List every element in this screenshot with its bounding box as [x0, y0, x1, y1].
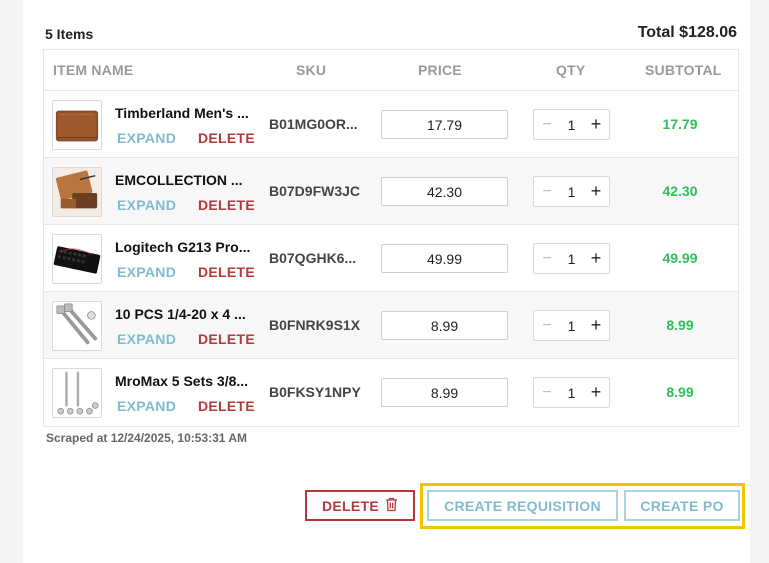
delete-button-label: DELETE — [321, 497, 380, 514]
item-subtotal: 8.99 — [666, 317, 694, 333]
trash-icon — [385, 497, 398, 515]
table-header: ITEM NAME SKU PRICE QTY SUBTOTAL — [44, 50, 738, 91]
minus-icon[interactable]: − — [540, 116, 554, 134]
price-input[interactable] — [381, 177, 508, 206]
plus-icon[interactable]: + — [589, 315, 603, 336]
item-subtotal: 17.79 — [662, 116, 698, 132]
item-name[interactable]: 10 PCS 1/4-20 x 4 ... — [115, 306, 255, 322]
keyboard-image — [53, 246, 101, 274]
quantity-value[interactable]: 1 — [568, 251, 576, 267]
minus-icon[interactable]: − — [540, 317, 554, 335]
table-row: Logitech G213 Pro... EXPAND DELETE B07QG… — [44, 225, 738, 292]
plus-icon[interactable]: + — [589, 248, 603, 269]
plus-icon[interactable]: + — [589, 181, 603, 202]
price-input[interactable] — [381, 110, 508, 139]
quantity-value[interactable]: 1 — [568, 117, 576, 133]
table-row: 10 PCS 1/4-20 x 4 ... EXPAND DELETE B0FN… — [44, 292, 738, 359]
plus-icon[interactable]: + — [589, 114, 603, 135]
scraped-timestamp: Scraped at 12/24/2025, 10:53:31 AM — [46, 431, 248, 445]
quantity-stepper: − 1 + — [533, 176, 610, 207]
column-item-name: ITEM NAME — [53, 62, 134, 78]
leather-set-image — [53, 168, 101, 216]
quantity-stepper: − 1 + — [533, 243, 610, 274]
cart-total: Total $128.06 — [637, 24, 737, 41]
item-name[interactable]: Logitech G213 Pro... — [115, 239, 255, 255]
price-input[interactable] — [381, 311, 508, 340]
item-sku: B0FNRK9S1X — [269, 317, 361, 333]
wallet-image — [55, 110, 99, 142]
delete-link[interactable]: DELETE — [198, 130, 255, 146]
item-name[interactable]: EMCOLLECTION ... — [115, 172, 255, 188]
minus-icon[interactable]: − — [540, 384, 554, 402]
cart-panel: 5 Items Total $128.06 ITEM NAME SKU PRIC… — [23, 0, 750, 563]
product-thumbnail[interactable] — [52, 368, 102, 418]
item-subtotal: 8.99 — [666, 384, 694, 400]
delete-link[interactable]: DELETE — [198, 398, 255, 414]
cart-table: ITEM NAME SKU PRICE QTY SUBTOTAL Timberl… — [43, 49, 739, 427]
quantity-stepper: − 1 + — [533, 377, 610, 408]
delete-link[interactable]: DELETE — [198, 331, 255, 347]
item-name[interactable]: MroMax 5 Sets 3/8... — [115, 373, 255, 389]
expand-link[interactable]: EXPAND — [117, 398, 176, 414]
price-input[interactable] — [381, 244, 508, 273]
table-row: MroMax 5 Sets 3/8... EXPAND DELETE B0FKS… — [44, 359, 738, 426]
rods-image — [57, 371, 99, 415]
expand-link[interactable]: EXPAND — [117, 197, 176, 213]
column-sku: SKU — [296, 62, 327, 78]
table-row: EMCOLLECTION ... EXPAND DELETE B07D9FW3J… — [44, 158, 738, 225]
item-sku: B07QGHK6... — [269, 250, 357, 266]
expand-link[interactable]: EXPAND — [117, 264, 176, 280]
delete-link[interactable]: DELETE — [198, 264, 255, 280]
item-sku: B07D9FW3JC — [269, 183, 361, 199]
item-name[interactable]: Timberland Men's ... — [115, 105, 255, 121]
column-subtotal: SUBTOTAL — [645, 62, 722, 78]
product-thumbnail[interactable] — [52, 167, 102, 217]
create-requisition-button[interactable]: CREATE REQUISITION — [427, 490, 618, 521]
table-row: Timberland Men's ... EXPAND DELETE B01MG… — [44, 91, 738, 158]
quantity-value[interactable]: 1 — [568, 184, 576, 200]
delete-link[interactable]: DELETE — [198, 197, 255, 213]
quantity-value[interactable]: 1 — [568, 318, 576, 334]
delete-button[interactable]: DELETE — [305, 490, 415, 521]
item-subtotal: 42.30 — [662, 183, 698, 199]
price-input[interactable] — [381, 378, 508, 407]
product-thumbnail[interactable] — [52, 234, 102, 284]
quantity-stepper: − 1 + — [533, 310, 610, 341]
bolts-image — [56, 303, 98, 345]
product-thumbnail[interactable] — [52, 301, 102, 351]
create-po-button[interactable]: CREATE PO — [624, 490, 740, 521]
expand-link[interactable]: EXPAND — [117, 331, 176, 347]
item-sku: B01MG0OR... — [269, 116, 358, 132]
item-subtotal: 49.99 — [662, 250, 698, 266]
expand-link[interactable]: EXPAND — [117, 130, 176, 146]
quantity-stepper: − 1 + — [533, 109, 610, 140]
column-price: PRICE — [418, 62, 462, 78]
minus-icon[interactable]: − — [540, 250, 554, 268]
items-count: 5 Items — [45, 26, 94, 42]
column-qty: QTY — [556, 62, 586, 78]
minus-icon[interactable]: − — [540, 183, 554, 201]
product-thumbnail[interactable] — [52, 100, 102, 150]
quantity-value[interactable]: 1 — [568, 385, 576, 401]
plus-icon[interactable]: + — [589, 382, 603, 403]
item-sku: B0FKSY1NPY — [269, 384, 361, 400]
